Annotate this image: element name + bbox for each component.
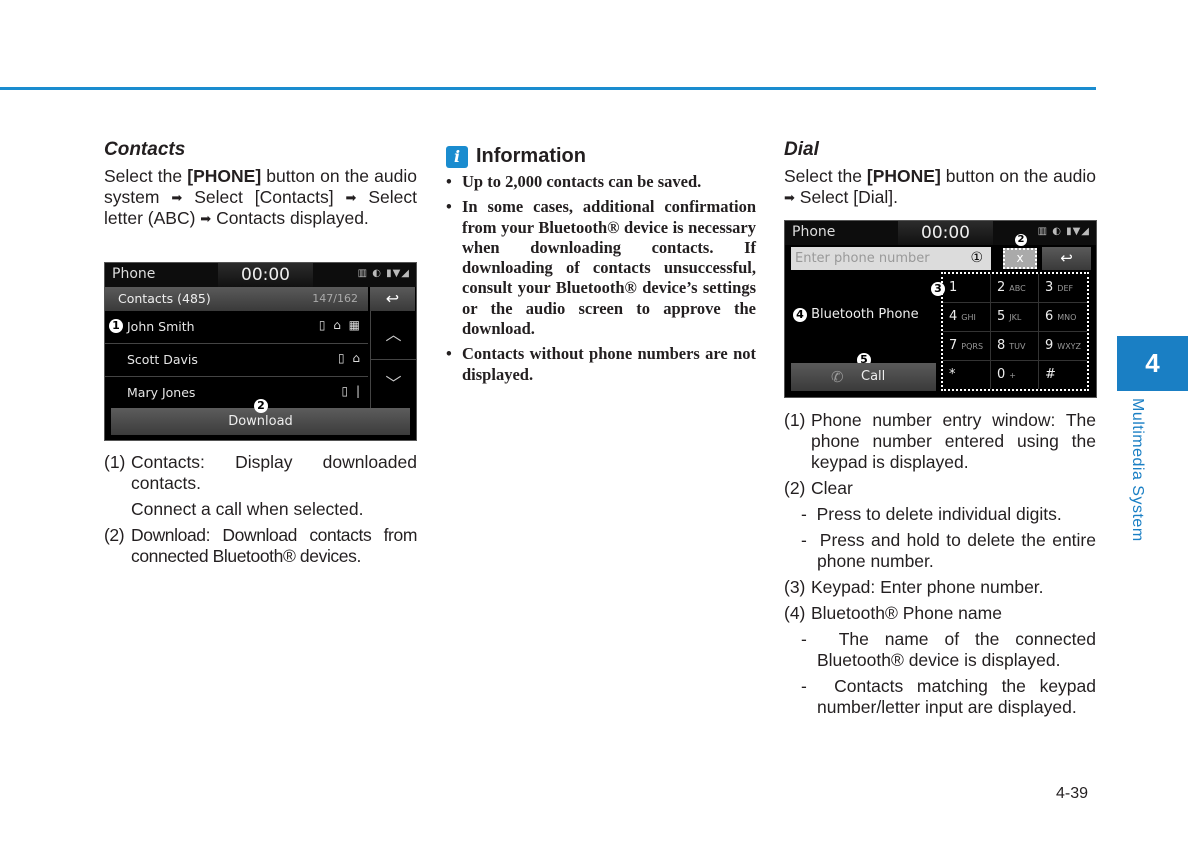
call-label: Call	[861, 369, 886, 384]
note-item: Connect a call when selected.	[131, 499, 364, 519]
clock: 00:00	[898, 221, 993, 245]
note-item: (2) Download: Download contacts from conn…	[104, 525, 417, 566]
contacts-count: 147/162	[312, 292, 358, 305]
contacts-title: Contacts (485)	[118, 291, 211, 306]
key-0[interactable]: 0 +	[991, 361, 1039, 389]
chapter-label: Multimedia System	[1129, 398, 1146, 542]
dial-intro: Select the [PHONE] button on the audio ➡…	[784, 166, 1096, 207]
note-subitem: - Press and hold to delete the entire ph…	[801, 530, 1096, 571]
close-icon: x	[1016, 251, 1024, 265]
callout-badge: 2	[254, 399, 268, 413]
clear-button[interactable]: x	[1003, 248, 1037, 269]
status-bar: Phone 00:00 ▥ ◐ ▮▼◢	[105, 263, 416, 287]
note-item: (1) Contacts: Display downloaded contacts…	[104, 452, 417, 493]
note-subitem: - The name of the connected Bluetooth® d…	[801, 629, 1096, 670]
note-item: (3) Keypad: Enter phone number.	[784, 577, 1044, 597]
contacts-intro: Select the [PHONE] button on the audio s…	[104, 166, 417, 228]
chapter-tab[interactable]: 4	[1117, 336, 1188, 391]
arrow-icon: ➡	[200, 211, 212, 226]
dial-heading: Dial	[784, 139, 819, 160]
key-1[interactable]: 1	[943, 274, 991, 303]
dial-notes: (1) Phone number entry window: The phone …	[784, 410, 1096, 718]
callout-badge: 2	[1015, 234, 1027, 246]
contacts-screen: Phone 00:00 ▥ ◐ ▮▼◢ Contacts (485) 147/1…	[104, 262, 417, 441]
back-button[interactable]: ↩	[370, 287, 415, 311]
key-9[interactable]: 9 WXYZ	[1039, 332, 1087, 361]
back-icon: ↩	[1060, 249, 1073, 267]
contact-row[interactable]: 1 John Smith ▯ ⌂ ▦	[105, 311, 368, 344]
note-item: (1) Phone number entry window: The phone …	[784, 410, 1096, 472]
callout-badge: 4	[793, 308, 807, 322]
status-bar: Phone 00:00 ▥ ◐ ▮▼◢	[785, 221, 1096, 245]
chevron-up-icon: ︿	[385, 325, 402, 344]
contacts-notes: (1) Contacts: Display downloaded contacts…	[104, 452, 417, 567]
key-4[interactable]: 4 GHI	[943, 303, 991, 332]
callout-badge: ①	[970, 250, 983, 266]
phone-handset-icon: ✆	[831, 368, 844, 386]
back-icon: ↩	[385, 289, 400, 308]
contacts-list-header: Contacts (485) 147/162	[105, 287, 368, 311]
info-icon: i	[446, 145, 468, 168]
information-bullet: • Up to 2,000 contacts can be saved.	[446, 172, 702, 191]
key-3[interactable]: 3 DEF	[1039, 274, 1087, 303]
contact-row[interactable]: Mary Jones ▯ |	[105, 377, 368, 409]
phone-type-icons: ▯ ⌂ ▦	[318, 318, 362, 332]
status-icons: ▥ ◐ ▮▼◢	[1037, 226, 1090, 237]
dial-screen: Phone 00:00 ▥ ◐ ▮▼◢ Enter phone number ①…	[784, 220, 1097, 398]
app-name: Phone	[112, 266, 156, 282]
keypad: 1 2 ABC 3 DEF 4 GHI 5 JKL 6 MNO 7 PQRS 8 TUV 9W…	[941, 272, 1089, 391]
information-bullet: • Contacts without phone numbers are not …	[446, 344, 756, 384]
key-hash[interactable]: #	[1039, 361, 1087, 389]
phone-type-icons: ▯ |	[341, 384, 362, 398]
phone-type-icons: ▯ ⌂	[337, 351, 362, 365]
status-icons: ▥ ◐ ▮▼◢	[357, 268, 410, 279]
contact-name: John Smith	[127, 319, 195, 334]
key-star[interactable]: *	[943, 361, 991, 389]
note-subitem: - Press to delete individual digits.	[801, 504, 1062, 524]
app-name: Phone	[792, 224, 836, 240]
note-subitem: - Contacts matching the keypad number/le…	[801, 676, 1096, 717]
contact-name: Scott Davis	[127, 352, 198, 367]
scroll-up-button[interactable]: ︿	[370, 311, 416, 360]
information-list: • Up to 2,000 contacts can be saved. • In …	[446, 172, 756, 385]
information-header: i Information	[446, 145, 756, 168]
key-8[interactable]: 8 TUV	[991, 332, 1039, 361]
key-7[interactable]: 7 PQRS	[943, 332, 991, 361]
scroll-down-button[interactable]: ﹀	[370, 360, 416, 408]
arrow-icon: ➡	[784, 190, 795, 205]
arrow-icon: ➡	[171, 190, 183, 205]
key-6[interactable]: 6 MNO	[1039, 303, 1087, 332]
header-rule	[0, 87, 1096, 90]
clock: 00:00	[218, 263, 313, 287]
key-2[interactable]: 2 ABC	[991, 274, 1039, 303]
information-box: i Information • Up to 2,000 contacts can …	[446, 145, 756, 390]
contact-name: Mary Jones	[127, 385, 196, 400]
arrow-icon: ➡	[345, 190, 357, 205]
contact-row[interactable]: Scott Davis ▯ ⌂	[105, 344, 368, 377]
information-title: Information	[476, 145, 586, 167]
back-button[interactable]: ↩	[1042, 247, 1091, 270]
chevron-down-icon: ﹀	[385, 374, 402, 393]
phone-number-input[interactable]: Enter phone number ①	[791, 247, 991, 270]
contacts-heading: Contacts	[104, 139, 186, 160]
page-number: 4-39	[1056, 785, 1089, 802]
contacts-section: Contacts Select the [PHONE] button on th…	[104, 138, 417, 229]
download-label: Download	[228, 414, 293, 429]
callout-badge: 1	[109, 319, 123, 333]
note-item: (4) Bluetooth® Phone name	[784, 603, 1002, 623]
key-5[interactable]: 5 JKL	[991, 303, 1039, 332]
dial-section: Dial Select the [PHONE] button on the au…	[784, 138, 1096, 208]
bluetooth-phone-name: 4 Bluetooth Phone	[793, 307, 919, 322]
download-button[interactable]: 2 Download	[111, 399, 410, 435]
call-button[interactable]: ✆ Call	[791, 363, 936, 391]
information-bullet: • In some cases, additional confirmation …	[446, 197, 756, 339]
note-item: (2) Clear	[784, 478, 853, 498]
